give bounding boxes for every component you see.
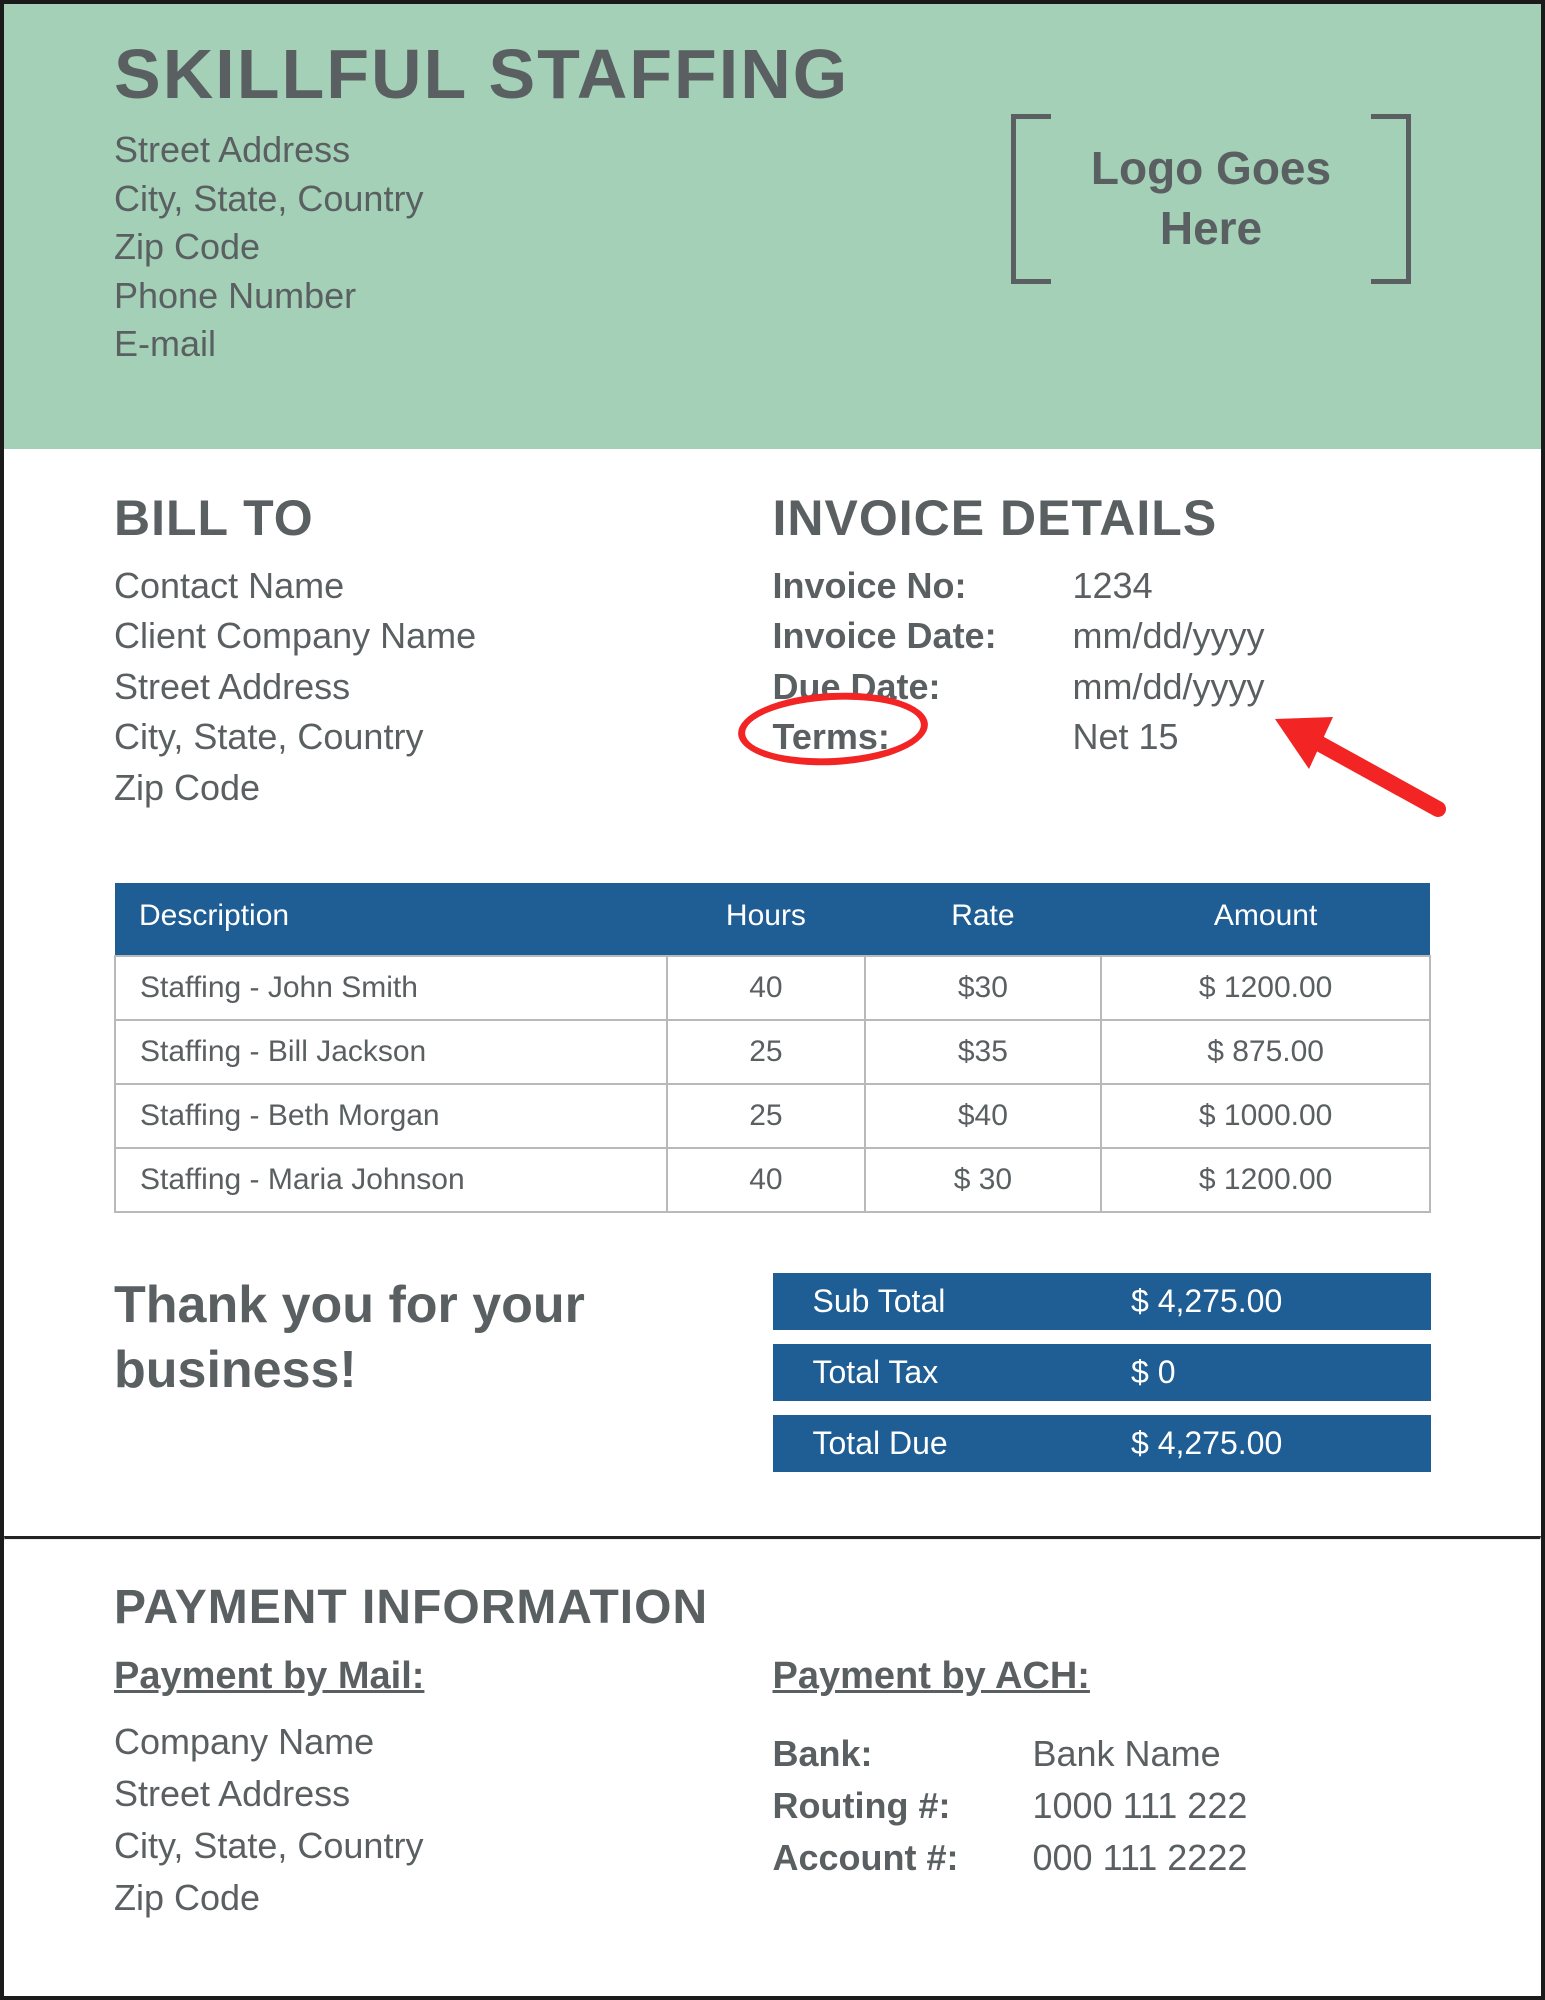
table-row: Staffing - Bill Jackson 25 $35 $ 875.00 — [115, 1020, 1430, 1084]
cell-desc: Staffing - Beth Morgan — [115, 1084, 667, 1148]
ach-bank-row: Bank: Bank Name — [773, 1728, 1432, 1780]
logo-placeholder: Logo Goes Here — [1011, 114, 1411, 284]
payment-mail-title: Payment by Mail: — [114, 1655, 773, 1698]
th-rate: Rate — [865, 883, 1102, 956]
invoice-details-block: INVOICE DETAILS Invoice No: 1234 Invoice… — [773, 489, 1432, 813]
totaldue-label: Total Due — [813, 1425, 1132, 1462]
bill-to-title: BILL TO — [114, 489, 773, 547]
payment-ach-block: Payment by ACH: Bank: Bank Name Routing … — [773, 1655, 1432, 1925]
th-description: Description — [115, 883, 667, 956]
company-email: E-mail — [114, 320, 1431, 369]
totals-section: Thank you for your business! Sub Total $… — [4, 1213, 1541, 1536]
cell-rate: $30 — [865, 956, 1102, 1020]
tax-value: $ 0 — [1131, 1354, 1391, 1391]
cell-hours: 40 — [667, 956, 864, 1020]
thank-you-message: Thank you for your business! — [114, 1273, 773, 1486]
payment-section: PAYMENT INFORMATION Payment by Mail: Com… — [4, 1540, 1541, 1925]
tax-label: Total Tax — [813, 1354, 1132, 1391]
cell-rate: $35 — [865, 1020, 1102, 1084]
totaldue-value: $ 4,275.00 — [1131, 1425, 1391, 1462]
invoice-date-label: Invoice Date: — [773, 611, 1073, 661]
table-header-row: Description Hours Rate Amount — [115, 883, 1430, 956]
billto-line-2: Street Address — [114, 662, 773, 712]
terms-row: Terms: Net 15 — [773, 712, 1432, 762]
payment-mail-block: Payment by Mail: Company Name Street Add… — [114, 1655, 773, 1925]
table-row: Staffing - John Smith 40 $30 $ 1200.00 — [115, 956, 1430, 1020]
cell-amount: $ 1200.00 — [1101, 956, 1430, 1020]
billto-line-1: Client Company Name — [114, 611, 773, 661]
ach-account-label: Account #: — [773, 1832, 1033, 1884]
ach-routing-row: Routing #: 1000 111 222 — [773, 1780, 1432, 1832]
terms-value: Net 15 — [1073, 712, 1179, 762]
cell-hours: 25 — [667, 1020, 864, 1084]
ach-account-row: Account #: 000 111 2222 — [773, 1832, 1432, 1884]
invoice-date-value: mm/dd/yyyy — [1073, 611, 1265, 661]
th-hours: Hours — [667, 883, 864, 956]
due-date-row: Due Date: mm/dd/yyyy — [773, 662, 1432, 712]
mail-line-0: Company Name — [114, 1716, 773, 1768]
mail-line-1: Street Address — [114, 1768, 773, 1820]
invoice-details-title: INVOICE DETAILS — [773, 489, 1432, 547]
billto-line-0: Contact Name — [114, 561, 773, 611]
cell-amount: $ 1200.00 — [1101, 1148, 1430, 1212]
tax-row: Total Tax $ 0 — [773, 1344, 1432, 1401]
subtotal-label: Sub Total — [813, 1283, 1132, 1320]
thanks-line1: Thank you for your — [114, 1276, 585, 1334]
invoice-no-row: Invoice No: 1234 — [773, 561, 1432, 611]
line-items-section: Description Hours Rate Amount Staffing -… — [4, 843, 1541, 1213]
invoice-page: SKILLFUL STAFFING Street Address City, S… — [0, 0, 1545, 2000]
th-amount: Amount — [1101, 883, 1430, 956]
table-row: Staffing - Beth Morgan 25 $40 $ 1000.00 — [115, 1084, 1430, 1148]
table-row: Staffing - Maria Johnson 40 $ 30 $ 1200.… — [115, 1148, 1430, 1212]
bill-invoice-row: BILL TO Contact Name Client Company Name… — [4, 449, 1541, 843]
cell-rate: $40 — [865, 1084, 1102, 1148]
bracket-left-icon — [1011, 114, 1051, 284]
ach-bank-label: Bank: — [773, 1728, 1033, 1780]
invoice-date-row: Invoice Date: mm/dd/yyyy — [773, 611, 1432, 661]
cell-amount: $ 1000.00 — [1101, 1084, 1430, 1148]
cell-hours: 25 — [667, 1084, 864, 1148]
company-header: SKILLFUL STAFFING Street Address City, S… — [4, 4, 1541, 449]
ach-account-value: 000 111 2222 — [1033, 1832, 1248, 1884]
mail-line-3: Zip Code — [114, 1872, 773, 1924]
cell-desc: Staffing - Bill Jackson — [115, 1020, 667, 1084]
logo-text-line2: Here — [1160, 202, 1262, 254]
cell-desc: Staffing - Maria Johnson — [115, 1148, 667, 1212]
billto-line-4: Zip Code — [114, 763, 773, 813]
totaldue-row: Total Due $ 4,275.00 — [773, 1415, 1432, 1472]
subtotal-row: Sub Total $ 4,275.00 — [773, 1273, 1432, 1330]
terms-label: Terms: — [773, 712, 1073, 762]
ach-routing-value: 1000 111 222 — [1033, 1780, 1248, 1832]
invoice-no-value: 1234 — [1073, 561, 1153, 611]
ach-routing-label: Routing #: — [773, 1780, 1033, 1832]
bill-to-block: BILL TO Contact Name Client Company Name… — [114, 489, 773, 813]
totals-block: Sub Total $ 4,275.00 Total Tax $ 0 Total… — [773, 1273, 1432, 1486]
cell-hours: 40 — [667, 1148, 864, 1212]
mail-line-2: City, State, Country — [114, 1820, 773, 1872]
payment-title: PAYMENT INFORMATION — [114, 1580, 1431, 1635]
cell-rate: $ 30 — [865, 1148, 1102, 1212]
payment-ach-title: Payment by ACH: — [773, 1655, 1432, 1698]
due-date-value: mm/dd/yyyy — [1073, 662, 1265, 712]
ach-bank-value: Bank Name — [1033, 1728, 1221, 1780]
subtotal-value: $ 4,275.00 — [1131, 1283, 1391, 1320]
invoice-no-label: Invoice No: — [773, 561, 1073, 611]
thanks-line2: business! — [114, 1341, 357, 1399]
bracket-right-icon — [1371, 114, 1411, 284]
billto-line-3: City, State, Country — [114, 712, 773, 762]
due-date-label: Due Date: — [773, 662, 1073, 712]
company-name: SKILLFUL STAFFING — [114, 34, 1431, 114]
line-items-table: Description Hours Rate Amount Staffing -… — [114, 883, 1431, 1213]
cell-desc: Staffing - John Smith — [115, 956, 667, 1020]
logo-text-line1: Logo Goes — [1091, 142, 1331, 194]
cell-amount: $ 875.00 — [1101, 1020, 1430, 1084]
